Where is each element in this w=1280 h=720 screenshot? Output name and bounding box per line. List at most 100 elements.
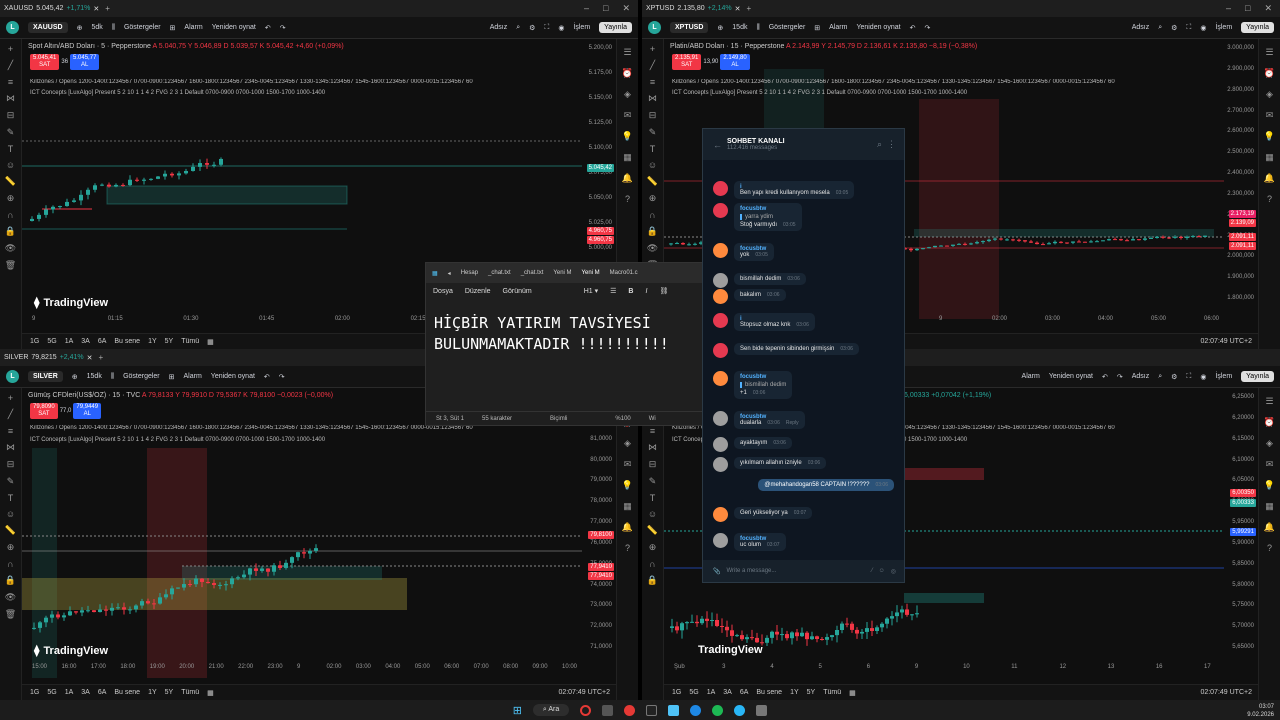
clock-readout[interactable]: 02:07:49 UTC+2 — [1200, 689, 1252, 696]
range-button[interactable]: 1A — [65, 338, 74, 345]
publish-button[interactable]: Yayınla — [1241, 371, 1274, 382]
interval-button[interactable]: 15dk — [732, 24, 747, 31]
notepad-app-icon[interactable] — [668, 704, 680, 716]
indicators-button[interactable]: Göstergeler — [124, 24, 161, 31]
calendar-icon[interactable]: ▦ — [1265, 501, 1274, 512]
zoom-icon[interactable]: ⊕ — [7, 193, 15, 204]
templates-icon[interactable]: ⊞ — [814, 24, 820, 32]
chat-message[interactable]: ayaktayım 03:06 — [713, 437, 894, 452]
alerts-icon[interactable]: ⏰ — [1264, 417, 1275, 428]
date-range-icon[interactable]: ▦ — [849, 689, 856, 697]
chat-icon[interactable]: ✉ — [624, 110, 632, 121]
range-button[interactable]: Bu sene — [756, 689, 782, 696]
channel-title[interactable]: SOHBET KANALI — [727, 138, 785, 145]
ruler-icon[interactable]: 📏 — [647, 176, 658, 187]
range-button[interactable]: 1Y — [790, 689, 799, 696]
avatar[interactable] — [713, 289, 728, 304]
price-chart-silver[interactable]: Gümüş CFDleri(US$/OZ) · 15 · TVC A 79,81… — [22, 388, 616, 684]
heading-icon[interactable]: H1 ▾ — [584, 287, 598, 295]
zoom-icon[interactable]: ⊕ — [649, 542, 657, 553]
ideas-icon[interactable]: 💡 — [622, 131, 633, 142]
zoom-icon[interactable]: ⊕ — [7, 542, 15, 553]
spotify-icon[interactable] — [712, 704, 724, 716]
redo-icon[interactable]: ↷ — [280, 24, 286, 32]
search-icon[interactable]: ⌕ — [877, 139, 882, 150]
avatar[interactable] — [713, 181, 728, 196]
camera-icon[interactable]: ◉ — [1200, 24, 1206, 32]
quoted-message[interactable]: bismillah dedim — [740, 382, 786, 388]
bell-icon[interactable]: 🔔 — [1264, 522, 1275, 533]
help-icon[interactable]: ? — [625, 543, 630, 553]
clock-readout[interactable]: 02:07:49 UTC+2 — [1200, 338, 1252, 345]
notepad-tab-4[interactable]: Yeni M — [553, 270, 571, 276]
notepad-tab-1[interactable]: Hesap — [461, 270, 478, 276]
lock-icon[interactable]: 🔒 — [5, 575, 16, 586]
emoji-icon[interactable]: ☺ — [648, 160, 657, 170]
lock-icon[interactable]: 🔒 — [647, 575, 658, 586]
eye-icon[interactable]: 👁 — [5, 243, 16, 254]
list-icon[interactable]: ☰ — [610, 287, 616, 295]
sell-button[interactable]: 79,8090 SAT — [30, 403, 58, 419]
ideas-icon[interactable]: 💡 — [622, 480, 633, 491]
layout-button[interactable]: Adsız — [490, 24, 508, 31]
range-button[interactable]: 6A — [98, 338, 107, 345]
crosshair-icon[interactable]: + — [650, 44, 655, 54]
chat-message[interactable]: bismillah dedim 03:06 — [713, 273, 894, 288]
ruler-icon[interactable]: 📏 — [5, 176, 16, 187]
avatar[interactable] — [713, 371, 728, 386]
watchlist-icon[interactable]: ☰ — [1265, 47, 1273, 58]
layers-icon[interactable]: ◈ — [624, 89, 631, 100]
layers-icon[interactable]: ◈ — [624, 438, 631, 449]
avatar[interactable] — [713, 437, 728, 452]
lock-icon[interactable]: 🔒 — [647, 226, 658, 237]
range-button[interactable]: 1G — [30, 338, 39, 345]
taskbar-search[interactable]: ⌕ Ara — [532, 704, 570, 716]
killzones-indicator[interactable]: Killzones / Opens 1200-1400:1234567 0700… — [30, 79, 580, 85]
pattern-icon[interactable]: ⋈ — [648, 93, 657, 104]
profile-avatar[interactable]: L — [6, 370, 19, 383]
tab-xptusd[interactable]: XPTUSD 2.135,80 +2,14% ✕ — [646, 5, 740, 13]
publish-button[interactable]: Yayınla — [599, 22, 632, 33]
undo-icon[interactable]: ↶ — [910, 24, 916, 32]
range-button[interactable]: 1Y — [148, 338, 157, 345]
back-icon[interactable]: ◂ — [448, 270, 451, 277]
trade-button[interactable]: İşlem — [1215, 373, 1232, 380]
sell-button[interactable]: 2.135,91 SAT — [672, 54, 702, 70]
new-tab-icon[interactable]: + — [105, 4, 110, 13]
layout-button[interactable]: Adsız — [1132, 373, 1150, 380]
avatar[interactable] — [713, 273, 728, 288]
interval-button[interactable]: 15dk — [87, 373, 102, 380]
maximize-icon[interactable]: □ — [603, 3, 608, 14]
mic-icon[interactable]: ◎ — [891, 568, 904, 575]
settings-app-icon[interactable] — [602, 704, 614, 716]
price-axis[interactable]: 3.000,000 2.900,000 2.800,000 2.700,000 2.60… — [1222, 39, 1258, 309]
opera-icon[interactable] — [580, 704, 592, 716]
link-icon[interactable]: ⛓ — [659, 287, 668, 295]
telegram-app-icon[interactable] — [734, 704, 746, 716]
range-button[interactable]: 6A — [740, 689, 749, 696]
bell-icon[interactable]: 🔔 — [622, 173, 633, 184]
range-button[interactable]: Bu sene — [114, 338, 140, 345]
calendar-icon[interactable]: ▦ — [623, 152, 632, 163]
fib-icon[interactable]: ≡ — [650, 77, 655, 87]
profile-avatar[interactable]: L — [648, 21, 661, 34]
symbol-search[interactable]: XPTUSD — [670, 22, 709, 33]
crosshair-icon[interactable]: + — [8, 393, 13, 403]
new-tab-icon[interactable]: + — [99, 353, 104, 362]
fib-icon[interactable]: ≡ — [8, 77, 13, 87]
chat-icon[interactable]: ✉ — [624, 459, 632, 470]
eye-icon[interactable]: 👁 — [647, 243, 658, 254]
camera-icon[interactable]: ◉ — [1200, 373, 1206, 381]
redo-icon[interactable]: ↷ — [1117, 373, 1123, 381]
projection-icon[interactable]: ⊟ — [7, 110, 15, 121]
compare-icon[interactable]: ⊕ — [72, 373, 78, 381]
help-icon[interactable]: ? — [625, 194, 630, 204]
replay-button[interactable]: Yeniden oynat — [211, 373, 255, 380]
close-icon[interactable]: ✕ — [87, 354, 93, 362]
candle-type-icon[interactable]: ⫼ — [112, 24, 115, 32]
time-axis[interactable]: 15:00 16:00 17:00 18:00 19:00 20:00 21:00 22:00… — [22, 664, 582, 674]
menu-file[interactable]: Dosya — [433, 288, 453, 295]
emoji-icon[interactable]: ☺ — [879, 568, 885, 574]
buy-button[interactable]: 2.149,80 AL — [720, 54, 750, 70]
trendline-icon[interactable]: ╱ — [650, 60, 655, 71]
